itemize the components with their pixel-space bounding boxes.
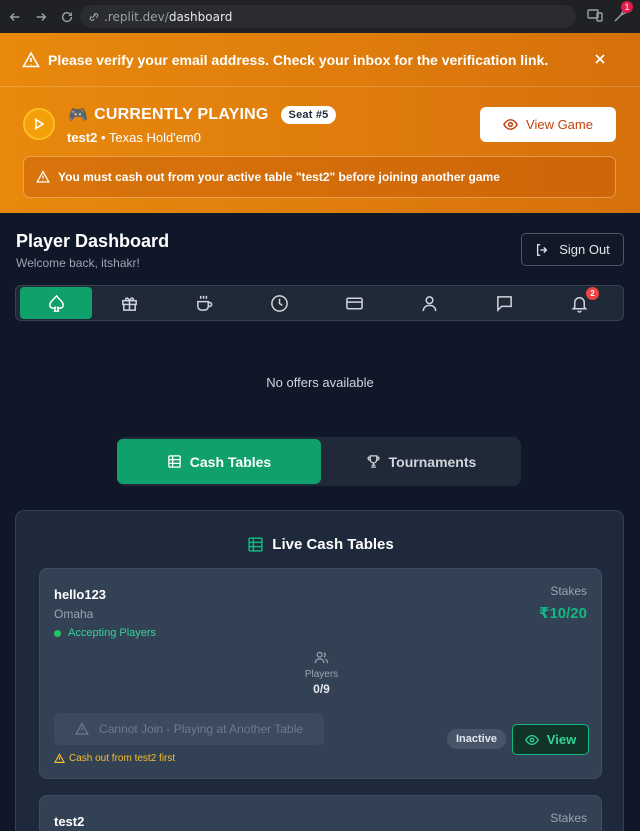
tab-history[interactable] <box>242 287 317 319</box>
players-value: 0/9 <box>313 682 330 696</box>
stakes-value: ₹10/20 <box>539 605 587 622</box>
page-title: Player Dashboard <box>16 231 170 251</box>
trophy-icon <box>367 455 380 468</box>
back-button[interactable] <box>4 6 26 28</box>
sign-out-label: Sign Out <box>559 242 610 257</box>
view-game-button[interactable]: View Game <box>480 107 616 142</box>
users-icon <box>314 651 329 664</box>
tab-notifications[interactable]: 2 <box>542 287 617 319</box>
table-card: hello123 Omaha Accepting Players Stakes … <box>39 568 602 779</box>
currently-playing-label: CURRENTLY PLAYING <box>94 106 269 123</box>
url-path: dashboard <box>168 9 233 24</box>
message-icon <box>497 295 512 312</box>
panel-title: Live Cash Tables <box>16 536 625 553</box>
cashout-warning: You must cash out from your active table… <box>23 156 616 198</box>
site-info-icon[interactable] <box>88 11 100 23</box>
warning-icon <box>22 50 40 67</box>
tab-messages[interactable] <box>467 287 542 319</box>
view-table-button[interactable]: View <box>512 724 589 755</box>
table-type-toggle: Cash Tables Tournaments <box>117 437 521 486</box>
notification-badge: 2 <box>586 287 599 300</box>
eye-icon <box>524 734 539 745</box>
warning-icon <box>36 170 50 183</box>
logout-icon <box>537 243 548 256</box>
arrow-left-icon <box>9 12 20 21</box>
reload-button[interactable] <box>56 6 78 28</box>
warning-icon <box>75 722 89 735</box>
view-label: View <box>546 732 577 747</box>
current-table-info: test2 • Texas Hold'em0 <box>67 130 201 145</box>
spade-icon <box>48 294 64 312</box>
tab-lounge[interactable] <box>167 287 242 319</box>
table-grid-icon <box>168 455 181 468</box>
players-count: Players 0/9 <box>40 650 603 696</box>
cashout-note: Cash out from test2 first <box>54 753 175 764</box>
url-domain: .replit.dev/ <box>104 9 169 24</box>
status-dot <box>54 629 61 637</box>
arrow-right-icon <box>36 12 47 21</box>
reload-icon <box>61 11 73 22</box>
play-icon <box>35 118 45 130</box>
eye-icon <box>503 119 518 130</box>
table-grid-icon <box>248 537 263 552</box>
seat-badge: Seat #5 <box>280 106 337 124</box>
live-cash-tables-panel: Live Cash Tables hello123 Omaha Acceptin… <box>15 510 624 831</box>
tournaments-label: Tournaments <box>388 453 477 470</box>
extension-badge: 1 <box>621 1 633 13</box>
welcome-text: Welcome back, itshakr! <box>16 256 140 270</box>
stakes-label: Stakes <box>550 811 587 825</box>
gift-icon <box>122 296 137 311</box>
forward-button[interactable] <box>30 6 52 28</box>
players-label: Players <box>304 669 339 680</box>
empty-offers-text: No offers available <box>266 375 374 390</box>
stakes-label: Stakes <box>550 584 587 598</box>
cash-tables-label: Cash Tables <box>189 453 272 470</box>
extensions-icon[interactable]: 1 <box>612 1 633 24</box>
table-name: hello123 <box>54 587 107 602</box>
panel-title-text: Live Cash Tables <box>272 536 394 553</box>
table-status: Accepting Players <box>54 627 156 639</box>
tab-tables[interactable] <box>20 287 92 319</box>
alert-banner: Please verify your email address. Check … <box>0 33 640 213</box>
clock-icon <box>271 294 288 312</box>
current-game-type: Texas Hold'em0 <box>108 130 201 145</box>
browser-toolbar: .replit.dev/dashboard 1 <box>0 0 640 33</box>
separator: • <box>97 130 109 145</box>
verify-email-alert: Please verify your email address. Check … <box>0 33 640 87</box>
currently-playing-title: 🎮 CURRENTLY PLAYING Seat #5 <box>68 105 337 125</box>
tab-wallet[interactable] <box>317 287 392 319</box>
cashout-note-text: Cash out from test2 first <box>69 753 176 764</box>
user-icon <box>422 295 437 311</box>
gamepad-icon: 🎮 <box>68 107 89 124</box>
verify-email-text: Please verify your email address. Check … <box>48 51 549 68</box>
table-game-type: Omaha <box>54 607 94 621</box>
currently-playing-indicator <box>23 108 55 140</box>
status-badge: Inactive <box>447 729 506 749</box>
current-table-name: test2 <box>67 130 98 145</box>
cashout-warning-text: You must cash out from your active table… <box>58 170 500 184</box>
sign-out-button[interactable]: Sign Out <box>521 233 624 266</box>
tab-offers[interactable] <box>92 287 167 319</box>
devices-icon[interactable] <box>586 6 604 24</box>
join-button-label: Cannot Join - Playing at Another Table <box>99 722 303 736</box>
credit-card-icon <box>346 297 363 309</box>
close-icon[interactable] <box>592 51 608 67</box>
coffee-icon <box>197 295 213 311</box>
tab-profile[interactable] <box>392 287 467 319</box>
table-card: test2 Stakes <box>39 795 602 831</box>
warning-icon <box>54 753 65 764</box>
table-status-text: Accepting Players <box>68 627 157 639</box>
view-game-label: View Game <box>526 117 593 132</box>
tournaments-tab[interactable]: Tournaments <box>321 439 521 484</box>
address-bar[interactable]: .replit.dev/dashboard <box>80 5 576 28</box>
table-name: test2 <box>54 814 85 829</box>
cash-tables-tab[interactable]: Cash Tables <box>117 439 321 484</box>
join-button-disabled: Cannot Join - Playing at Another Table <box>54 713 324 745</box>
dashboard-tabs: 2 <box>15 285 624 321</box>
